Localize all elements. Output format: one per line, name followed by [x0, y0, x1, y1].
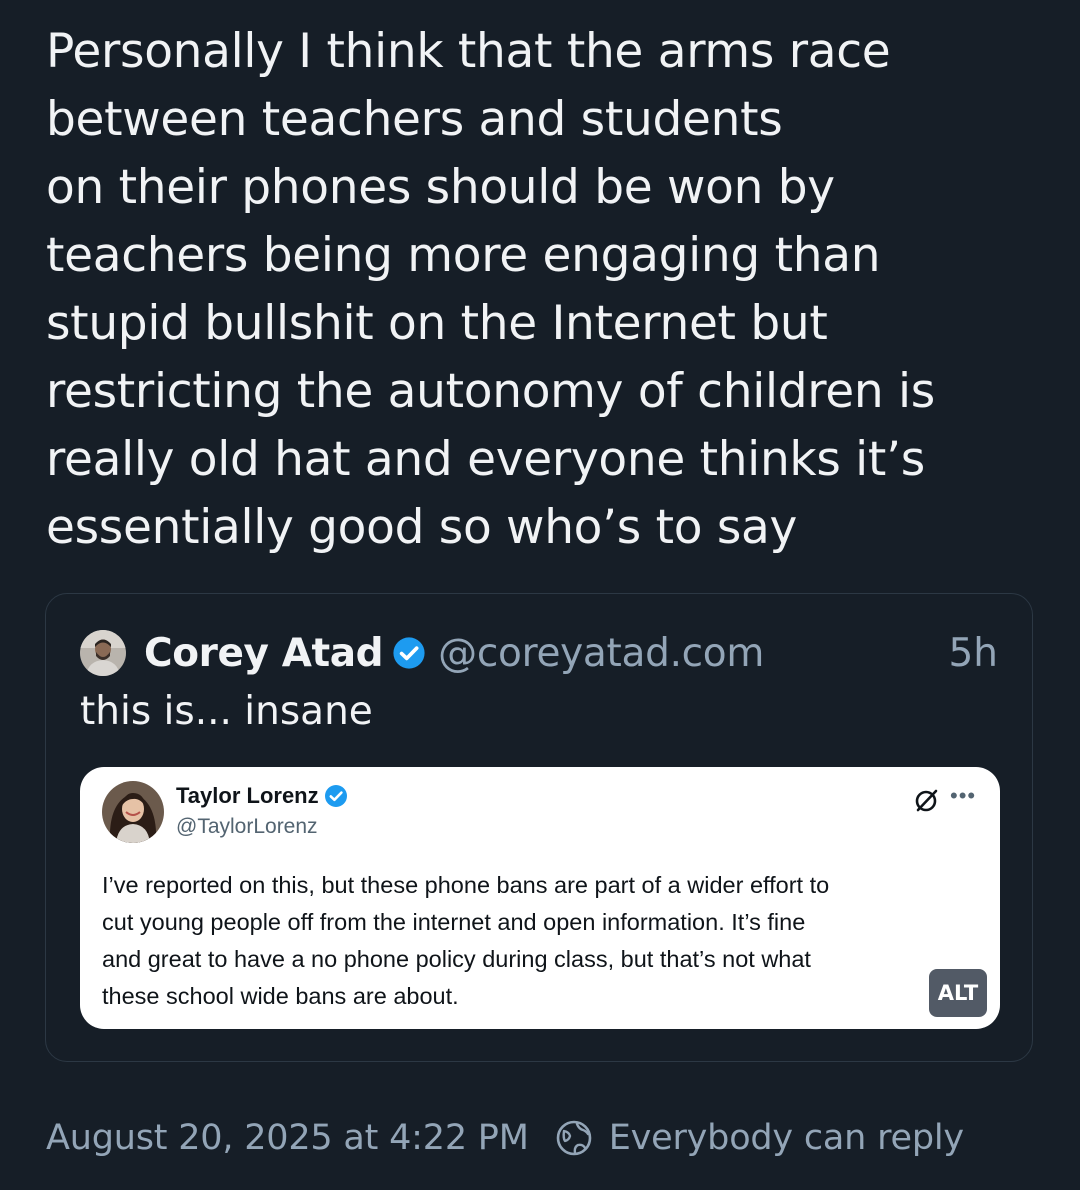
quoted-post-card[interactable]: Corey Atad @coreyatad.com 5h this is... …	[45, 593, 1033, 1062]
post-text: Personally I think that the arms race be…	[46, 18, 1056, 562]
post-text-line: essentially good so who’s to say	[46, 500, 798, 555]
embedded-name-row: Taylor Lorenz	[176, 783, 348, 809]
post-text-line: Personally I think that the arms race	[46, 24, 891, 79]
globe-icon	[556, 1120, 592, 1156]
more-icon: •••	[950, 783, 977, 808]
embedded-body-line: these school wide bans are about.	[102, 983, 459, 1009]
quoted-post-text: this is... insane	[80, 689, 373, 734]
post-text-line: teachers being more engaging than	[46, 228, 881, 283]
post-text-line: on their phones should be won by	[46, 160, 835, 215]
avatar	[102, 781, 164, 843]
avatar[interactable]	[80, 630, 126, 676]
author-handle[interactable]: @coreyatad.com	[438, 631, 764, 676]
embedded-body-line: and great to have a no phone policy duri…	[102, 946, 811, 972]
embedded-body-text: I’ve reported on this, but these phone b…	[102, 867, 982, 1015]
author-name[interactable]: Corey Atad	[144, 631, 384, 676]
post-text-line: really old hat and everyone thinks it’s	[46, 432, 925, 487]
embedded-author-name: Taylor Lorenz	[176, 783, 319, 808]
reply-setting[interactable]: Everybody can reply	[609, 1118, 964, 1158]
embedded-author-handle: @TaylorLorenz	[176, 815, 318, 838]
quoted-post-header: Corey Atad @coreyatad.com 5h	[80, 628, 998, 678]
embedded-body-line: cut young people off from the internet a…	[102, 909, 806, 935]
embedded-image[interactable]: Taylor Lorenz @TaylorLorenz ••• I’ve rep…	[80, 767, 1000, 1029]
embedded-body-line: I’ve reported on this, but these phone b…	[102, 872, 830, 898]
verified-badge-icon	[393, 637, 425, 669]
post-text-line: stupid bullshit on the Internet but	[46, 296, 828, 351]
post-time: 5h	[948, 630, 998, 676]
post-text-line: restricting the autonomy of children is	[46, 364, 935, 419]
post-footer: August 20, 2025 at 4:22 PM Everybody can…	[46, 1112, 964, 1164]
alt-text-button[interactable]: ALT	[929, 969, 987, 1017]
post-timestamp[interactable]: August 20, 2025 at 4:22 PM	[46, 1118, 529, 1158]
grok-icon	[915, 789, 938, 812]
verified-badge-icon	[324, 785, 347, 807]
post-text-line: between teachers and students	[46, 92, 783, 147]
